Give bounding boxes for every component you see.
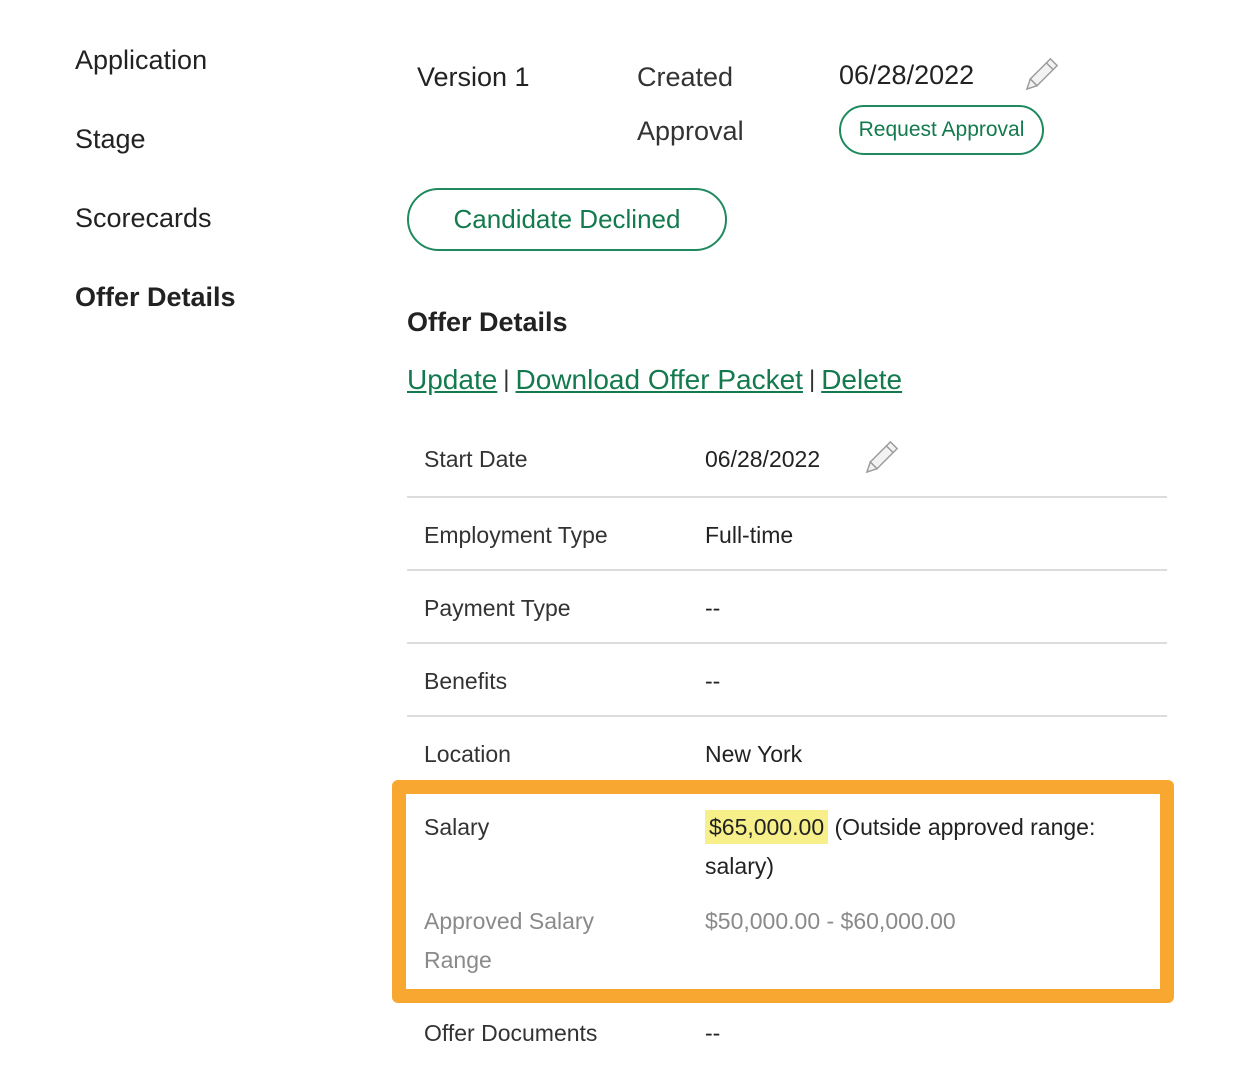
update-link[interactable]: Update xyxy=(407,364,497,395)
divider xyxy=(407,569,1167,571)
divider xyxy=(407,496,1167,498)
delete-link[interactable]: Delete xyxy=(821,364,902,395)
sidebar-item-offer-details[interactable]: Offer Details xyxy=(75,282,236,313)
request-approval-button[interactable]: Request Approval xyxy=(839,105,1044,155)
sidebar-item-application[interactable]: Application xyxy=(75,45,207,76)
offer-documents-label: Offer Documents xyxy=(424,1020,598,1046)
sidebar-item-stage[interactable]: Stage xyxy=(75,124,146,155)
pencil-icon[interactable] xyxy=(1020,58,1058,96)
benefits-label: Benefits xyxy=(424,668,508,694)
sidebar-item-scorecards[interactable]: Scorecards xyxy=(75,203,212,234)
benefits-value: -- xyxy=(705,668,721,694)
created-date: 06/28/2022 xyxy=(839,60,975,90)
offer-details-heading: Offer Details xyxy=(407,307,568,337)
created-label: Created xyxy=(637,62,734,92)
approval-label: Approval xyxy=(637,116,744,146)
employment-type-label: Employment Type xyxy=(424,522,608,548)
location-label: Location xyxy=(424,741,511,767)
download-offer-packet-link[interactable]: Download Offer Packet xyxy=(516,364,803,395)
separator: | xyxy=(808,366,816,393)
pencil-icon[interactable] xyxy=(860,441,898,479)
separator: | xyxy=(503,366,510,393)
payment-type-label: Payment Type xyxy=(424,595,571,621)
offer-actions: Update | Download Offer Packet | Delete xyxy=(407,364,902,396)
divider xyxy=(407,642,1167,644)
salary-highlight-box xyxy=(392,780,1174,1003)
start-date-label: Start Date xyxy=(424,446,528,472)
employment-type-value: Full-time xyxy=(705,522,794,548)
version-title: Version 1 xyxy=(417,62,530,92)
location-value: New York xyxy=(705,741,803,767)
offer-documents-value: -- xyxy=(705,1020,721,1046)
candidate-declined-button[interactable]: Candidate Declined xyxy=(407,188,727,251)
payment-type-value: -- xyxy=(705,595,721,621)
start-date-value: 06/28/2022 xyxy=(705,446,821,472)
divider xyxy=(407,715,1167,717)
offer-page: Application Stage Scorecards Offer Detai… xyxy=(0,0,1248,1086)
